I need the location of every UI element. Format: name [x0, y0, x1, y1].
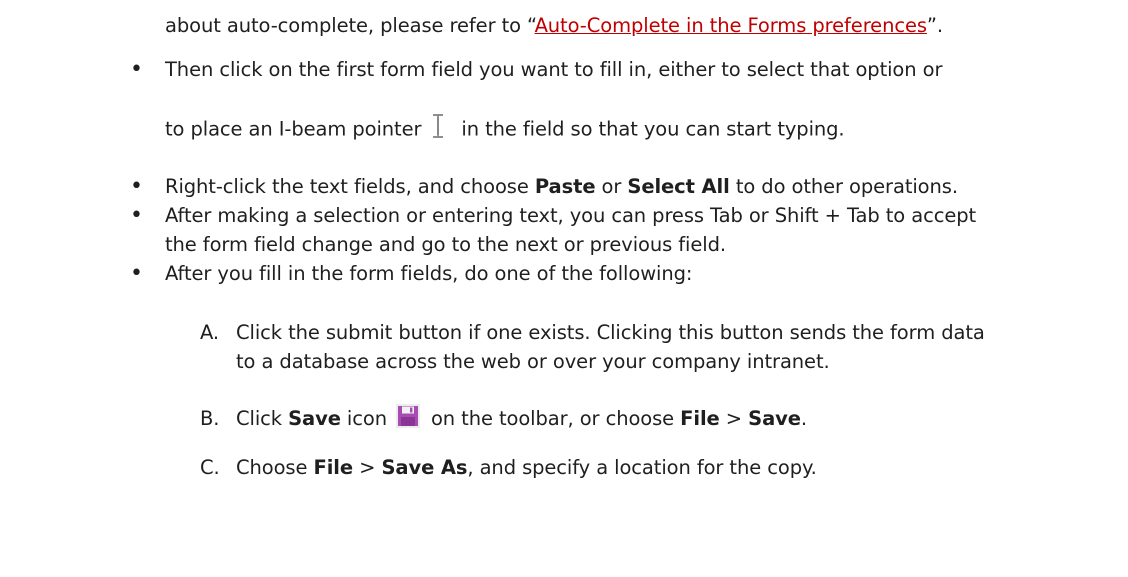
bullet-marker: •	[130, 57, 143, 82]
autocomplete-paragraph: about auto-complete, please refer to “Au…	[165, 13, 943, 39]
bullet-tab-navigation-line1: After making a selection or entering tex…	[165, 204, 977, 227]
document-page: about auto-complete, please refer to “Au…	[0, 0, 1128, 577]
option-c-line: Choose File > Save As, and specify a loc…	[236, 455, 817, 481]
right-click-text-1: Right-click the text fields, and choose	[165, 175, 535, 198]
bullet-after-fill-line: After you fill in the form fields, do on…	[165, 262, 693, 285]
right-click-text-2: or	[595, 175, 628, 198]
list-letter-a: A.	[200, 321, 219, 344]
autocomplete-text-after: ”.	[926, 14, 944, 37]
option-a-line2: to a database across the web or over you…	[236, 350, 830, 373]
bullet-right-click-line: Right-click the text fields, and choose …	[165, 174, 958, 200]
bullet-marker: •	[130, 261, 143, 286]
file-menu-label: File	[313, 456, 354, 479]
list-letter-c: C.	[200, 456, 220, 479]
right-click-text-3: to do other operations.	[729, 175, 958, 198]
option-b-line: Click Save icon on the toolbar, or choos…	[236, 403, 807, 433]
save-label: Save	[288, 407, 341, 430]
option-b-text-1: Click	[236, 407, 289, 430]
save-as-menu-label: Save As	[381, 456, 468, 479]
bullet-marker: •	[130, 174, 143, 199]
bullet-tab-navigation-line2: the form field change and go to the next…	[165, 233, 726, 256]
ibeam-text-after: in the field so that you can start typin…	[461, 117, 845, 141]
save-menu-label: Save	[748, 407, 801, 430]
option-c-text-1: Choose	[236, 456, 314, 479]
select-all-command-label: Select All	[627, 175, 730, 198]
save-icon	[395, 403, 421, 429]
ibeam-text-before: to place an I-beam pointer	[165, 117, 422, 141]
option-b-text-3: on the toolbar, or choose	[430, 407, 681, 430]
option-b-text-2: icon	[340, 407, 387, 430]
option-b-text-4: >	[719, 407, 749, 430]
list-letter-b: B.	[200, 407, 220, 430]
bullet-click-first-field-line1: Then click on the first form field you w…	[165, 58, 943, 81]
option-a-line1: Click the submit button if one exists. C…	[236, 321, 985, 344]
paste-command-label: Paste	[534, 175, 596, 198]
autocomplete-forms-preferences-link[interactable]: Auto-Complete in the Forms preferences	[535, 14, 927, 37]
bullet-click-first-field-line2: to place an I-beam pointer in the field …	[165, 114, 845, 144]
option-c-text-3: , and specify a location for the copy.	[467, 456, 817, 479]
bullet-marker: •	[130, 203, 143, 228]
option-c-text-2: >	[353, 456, 382, 479]
i-beam-cursor-icon	[427, 112, 449, 140]
option-b-text-5: .	[800, 407, 807, 430]
file-menu-label: File	[680, 407, 720, 430]
autocomplete-text-before: about auto-complete, please refer to “	[165, 14, 535, 37]
